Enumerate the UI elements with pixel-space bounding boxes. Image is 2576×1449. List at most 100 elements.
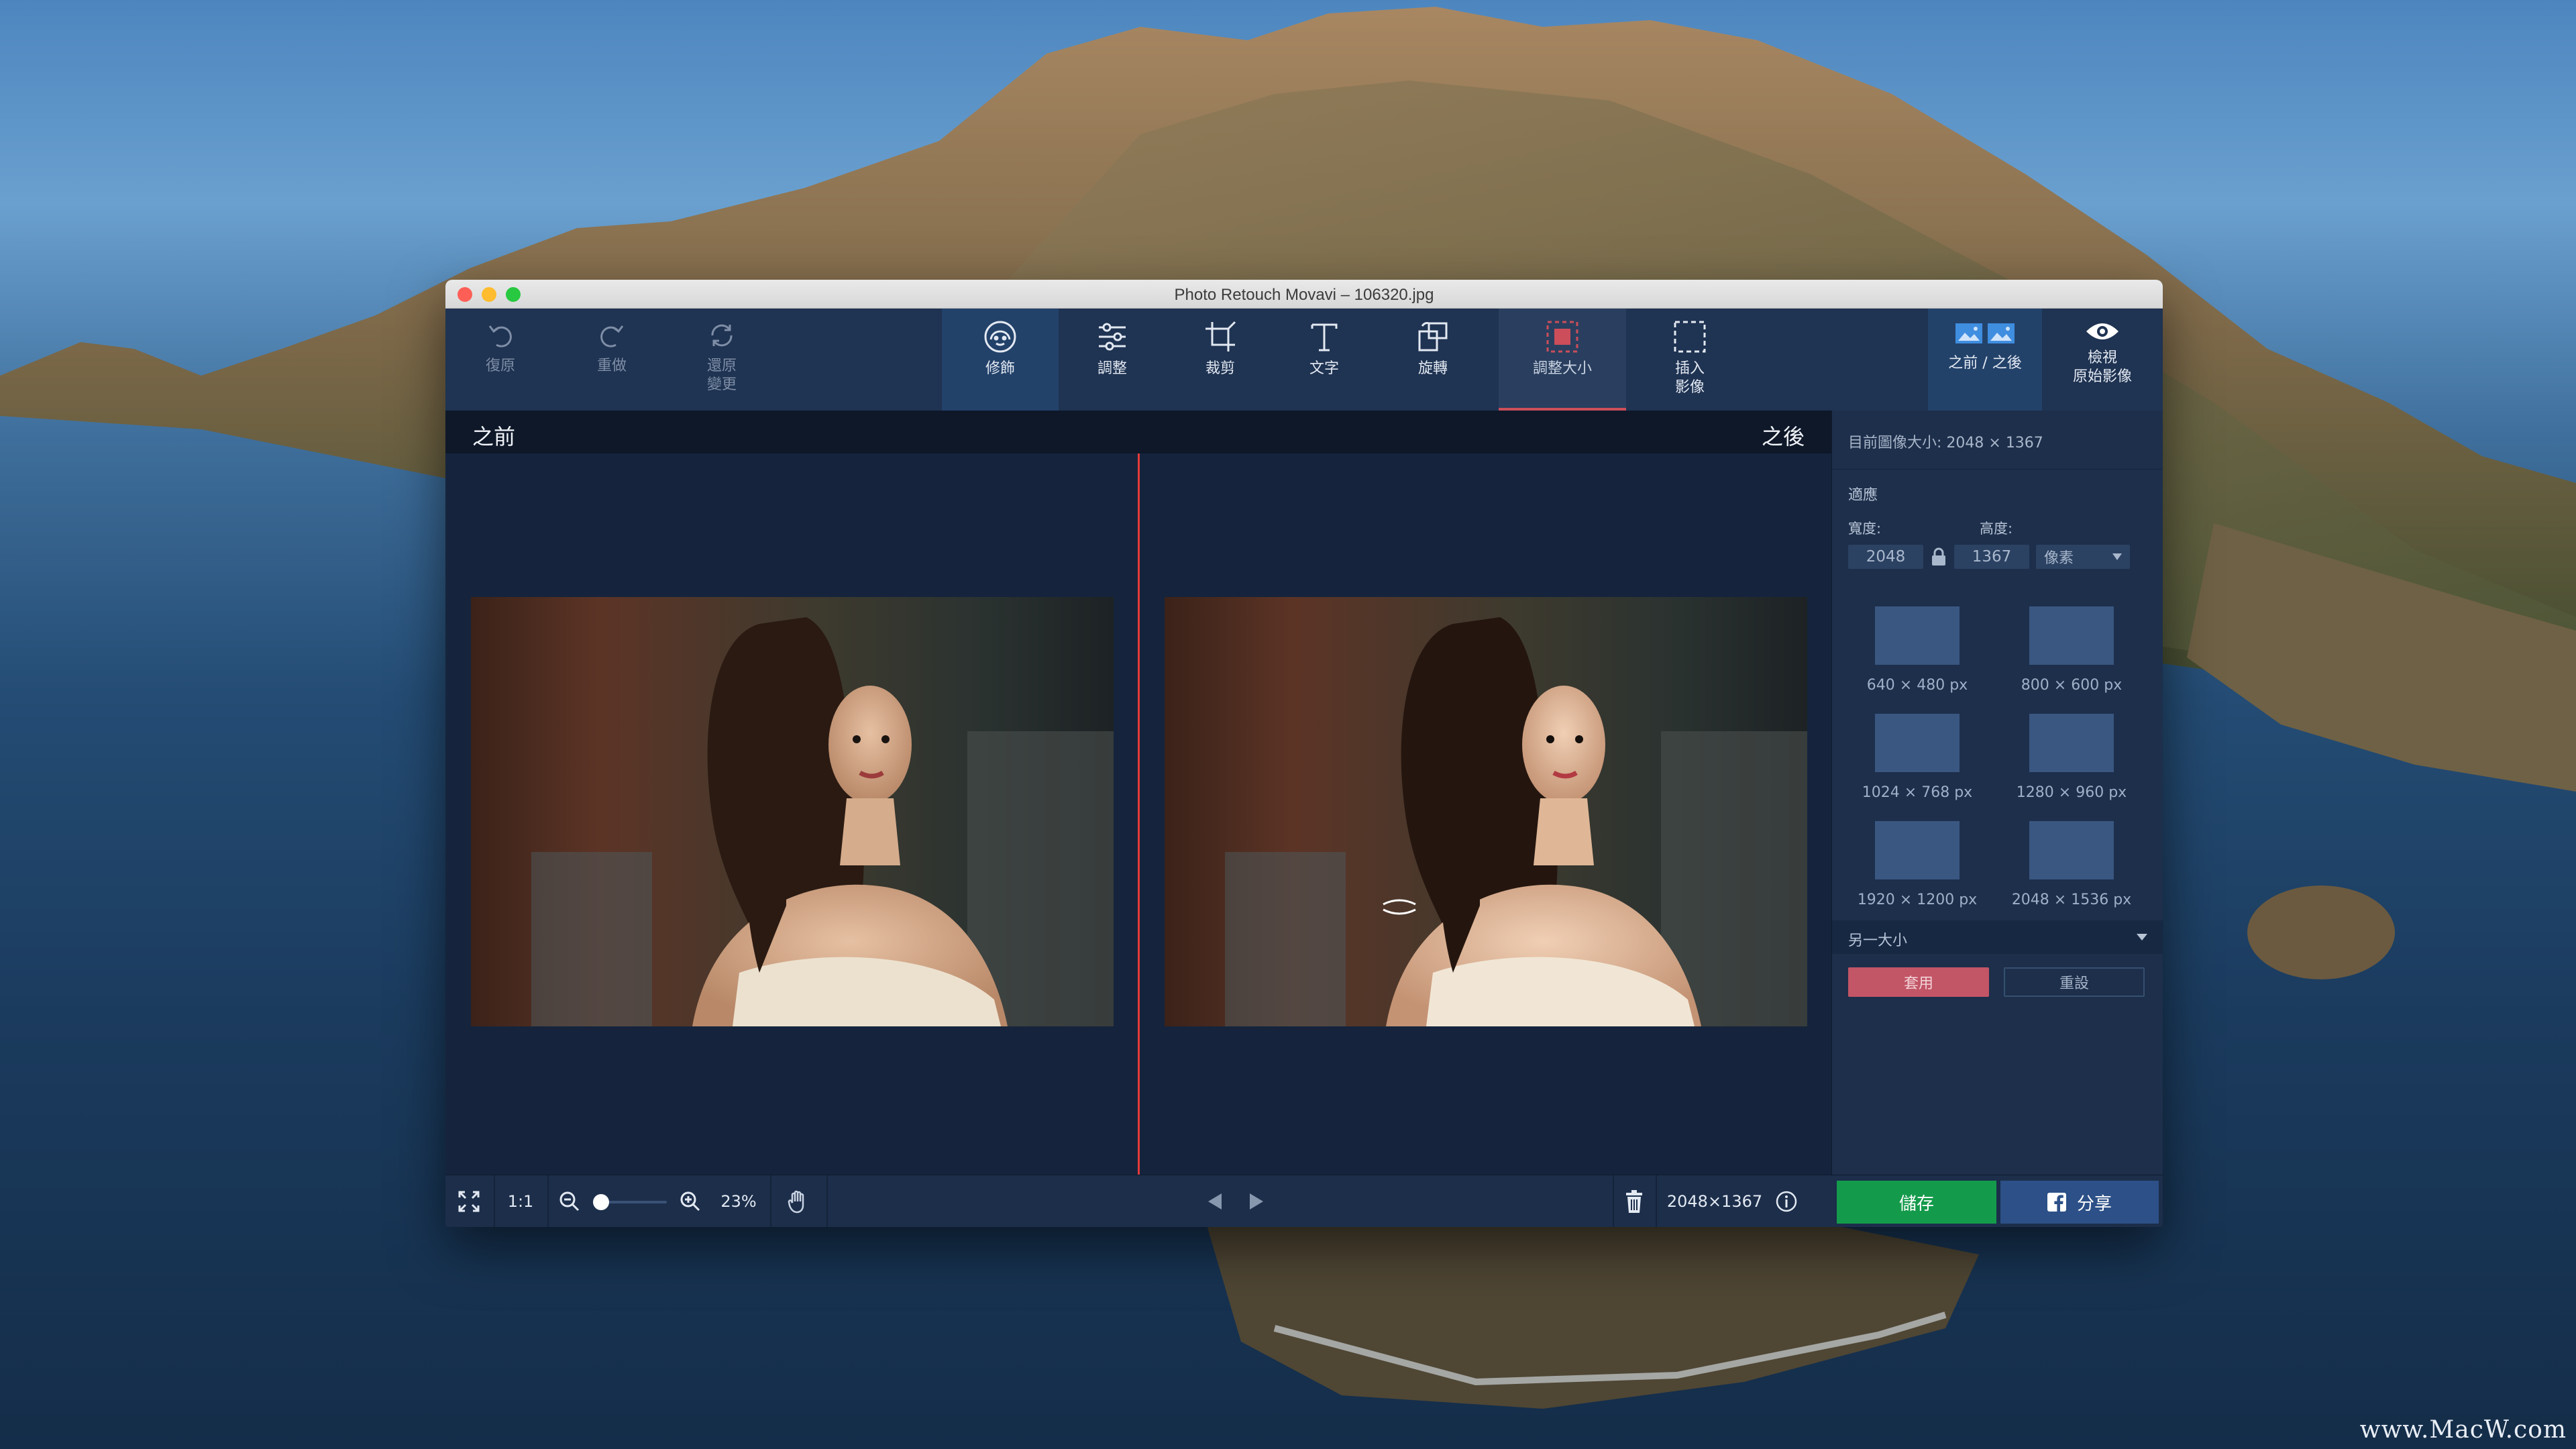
crop-icon bbox=[1205, 321, 1236, 352]
preset-800x600[interactable]: 800 × 600 px bbox=[1996, 600, 2147, 694]
redo-icon bbox=[600, 325, 624, 347]
arrow-left-icon bbox=[1208, 1193, 1222, 1210]
before-photo bbox=[471, 597, 1114, 1026]
delete-button[interactable] bbox=[1614, 1175, 1654, 1227]
revert-label: 還原 變更 bbox=[706, 358, 737, 393]
save-button[interactable]: 儲存 bbox=[1837, 1181, 1996, 1224]
canvas-area[interactable]: 之前 之後 bbox=[445, 411, 1831, 1191]
previous-image-button[interactable] bbox=[1198, 1175, 1232, 1227]
current-size-info: 目前圖像大小: 2048 × 1367 bbox=[1832, 411, 2163, 470]
zoom-level: 23% bbox=[720, 1192, 757, 1211]
image-dimensions: 2048×1367 bbox=[1666, 1192, 1763, 1211]
actual-size-button[interactable]: 1:1 bbox=[495, 1175, 546, 1227]
facebook-icon bbox=[2047, 1193, 2066, 1212]
preset-1024x768[interactable]: 1024 × 768 px bbox=[1841, 707, 1993, 801]
unit-value: 像素 bbox=[2044, 550, 2074, 567]
hand-tool-button[interactable] bbox=[771, 1175, 825, 1227]
height-input[interactable]: 1367 bbox=[1954, 545, 2029, 569]
zoom-slider-knob[interactable] bbox=[593, 1194, 609, 1210]
preset-label: 1280 × 960 px bbox=[2016, 784, 2127, 801]
app-window: Photo Retouch Movavi – 106320.jpg 復原 重做 … bbox=[445, 280, 2163, 1227]
next-image-button[interactable] bbox=[1240, 1175, 1273, 1227]
preset-thumbnail bbox=[2029, 606, 2114, 665]
bottom-bar: 1:1 23% 2048×1367 儲存 分享 bbox=[445, 1175, 2163, 1227]
title-bar: Photo Retouch Movavi – 106320.jpg bbox=[445, 280, 2163, 309]
undo-button[interactable]: 復原 bbox=[466, 309, 535, 411]
compare-divider[interactable] bbox=[1138, 453, 1140, 1191]
chevron-down-icon bbox=[2137, 934, 2147, 941]
preset-label: 640 × 480 px bbox=[1866, 677, 1968, 694]
redo-button[interactable]: 重做 bbox=[577, 309, 647, 411]
other-size-label: 另一大小 bbox=[1848, 932, 1908, 949]
height-label: 高度: bbox=[1980, 521, 2013, 537]
zoom-in-icon bbox=[680, 1191, 700, 1212]
view-original-label: 檢視 原始影像 bbox=[2072, 350, 2132, 385]
tab-rotate[interactable]: 旋轉 bbox=[1382, 309, 1484, 411]
view-original-button[interactable]: 檢視 原始影像 bbox=[2049, 309, 2156, 411]
sliders-icon bbox=[1099, 323, 1126, 351]
after-label: 之後 bbox=[1761, 424, 1805, 449]
revert-changes-button[interactable]: 還原 變更 bbox=[687, 309, 757, 411]
resize-cursor-icon bbox=[1383, 899, 1416, 915]
fit-label: 適應 bbox=[1848, 487, 1878, 504]
share-button[interactable]: 分享 bbox=[2000, 1181, 2159, 1224]
rotate-icon bbox=[1418, 322, 1448, 352]
preset-label: 1920 × 1200 px bbox=[1857, 892, 1978, 908]
arrow-right-icon bbox=[1250, 1193, 1263, 1210]
adjust-label: 調整 bbox=[1097, 360, 1127, 377]
fit-to-screen-button[interactable] bbox=[445, 1175, 492, 1227]
apply-button[interactable]: 套用 bbox=[1848, 967, 1989, 997]
rotate-label: 旋轉 bbox=[1417, 360, 1448, 377]
tab-text[interactable]: 文字 bbox=[1275, 309, 1374, 411]
preset-label: 800 × 600 px bbox=[2021, 677, 2123, 694]
after-photo bbox=[1165, 597, 1807, 1026]
preset-1280x960[interactable]: 1280 × 960 px bbox=[1996, 707, 2147, 801]
tab-resize[interactable]: 調整大小 bbox=[1499, 309, 1626, 411]
preset-label: 1024 × 768 px bbox=[1862, 784, 1973, 801]
zoom-out-icon bbox=[559, 1191, 580, 1212]
reset-button[interactable]: 重設 bbox=[2004, 967, 2145, 997]
resize-panel: 目前圖像大小: 2048 × 1367 適應 寬度: 高度: 2048 1367… bbox=[1831, 411, 2163, 1191]
tab-retouch[interactable]: 修飾 bbox=[942, 309, 1059, 411]
preset-640x480[interactable]: 640 × 480 px bbox=[1841, 600, 1993, 694]
preset-thumbnail bbox=[1875, 606, 1960, 665]
tab-insert-image[interactable]: 插入 影像 bbox=[1633, 309, 1747, 411]
preset-1920x1200[interactable]: 1920 × 1200 px bbox=[1841, 814, 1993, 908]
text-icon bbox=[1311, 323, 1338, 352]
revert-icon bbox=[711, 324, 733, 347]
resize-icon bbox=[1546, 321, 1578, 353]
preset-thumbnail bbox=[2029, 714, 2114, 772]
width-label: 寬度: bbox=[1848, 521, 1882, 537]
crop-label: 裁剪 bbox=[1205, 360, 1235, 377]
trash-icon bbox=[1626, 1190, 1642, 1213]
preset-2048x1536[interactable]: 2048 × 1536 px bbox=[1996, 814, 2147, 908]
info-icon bbox=[1776, 1191, 1797, 1212]
insert-image-label: 插入 影像 bbox=[1674, 360, 1705, 396]
redo-label: 重做 bbox=[596, 358, 627, 374]
compare-header: 之前 之後 bbox=[445, 411, 1831, 453]
lock-icon[interactable] bbox=[1930, 547, 1947, 567]
tab-adjust[interactable]: 調整 bbox=[1057, 309, 1167, 411]
other-size-dropdown[interactable]: 另一大小 bbox=[1832, 920, 2163, 954]
zoom-out-button[interactable] bbox=[553, 1175, 586, 1227]
info-button[interactable] bbox=[1770, 1175, 1803, 1227]
preset-thumbnail bbox=[2029, 821, 2114, 879]
before-label: 之前 bbox=[472, 424, 516, 449]
share-label: 分享 bbox=[2076, 1193, 2112, 1214]
before-after-label: 之前 / 之後 bbox=[1948, 355, 2022, 372]
zoom-slider-track[interactable] bbox=[600, 1201, 667, 1203]
zoom-in-button[interactable] bbox=[674, 1175, 707, 1227]
resize-label: 調整大小 bbox=[1532, 360, 1592, 377]
fullscreen-icon bbox=[458, 1191, 480, 1212]
width-input[interactable]: 2048 bbox=[1848, 545, 1923, 569]
undo-icon bbox=[488, 325, 512, 347]
retouch-label: 修飾 bbox=[985, 360, 1015, 377]
tab-crop[interactable]: 裁剪 bbox=[1170, 309, 1271, 411]
window-title: Photo Retouch Movavi – 106320.jpg bbox=[1174, 286, 1434, 304]
undo-label: 復原 bbox=[485, 358, 515, 374]
unit-select[interactable]: 像素 bbox=[2036, 545, 2130, 569]
preset-label: 2048 × 1536 px bbox=[2011, 892, 2132, 908]
insert-image-icon bbox=[1674, 321, 1706, 353]
main-toolbar: 復原 重做 還原 變更 修飾 調整 裁剪 文字 旋轉 調整大小 插入 影像 之前… bbox=[445, 309, 2163, 411]
before-after-toggle[interactable]: 之前 / 之後 bbox=[1928, 309, 2042, 411]
